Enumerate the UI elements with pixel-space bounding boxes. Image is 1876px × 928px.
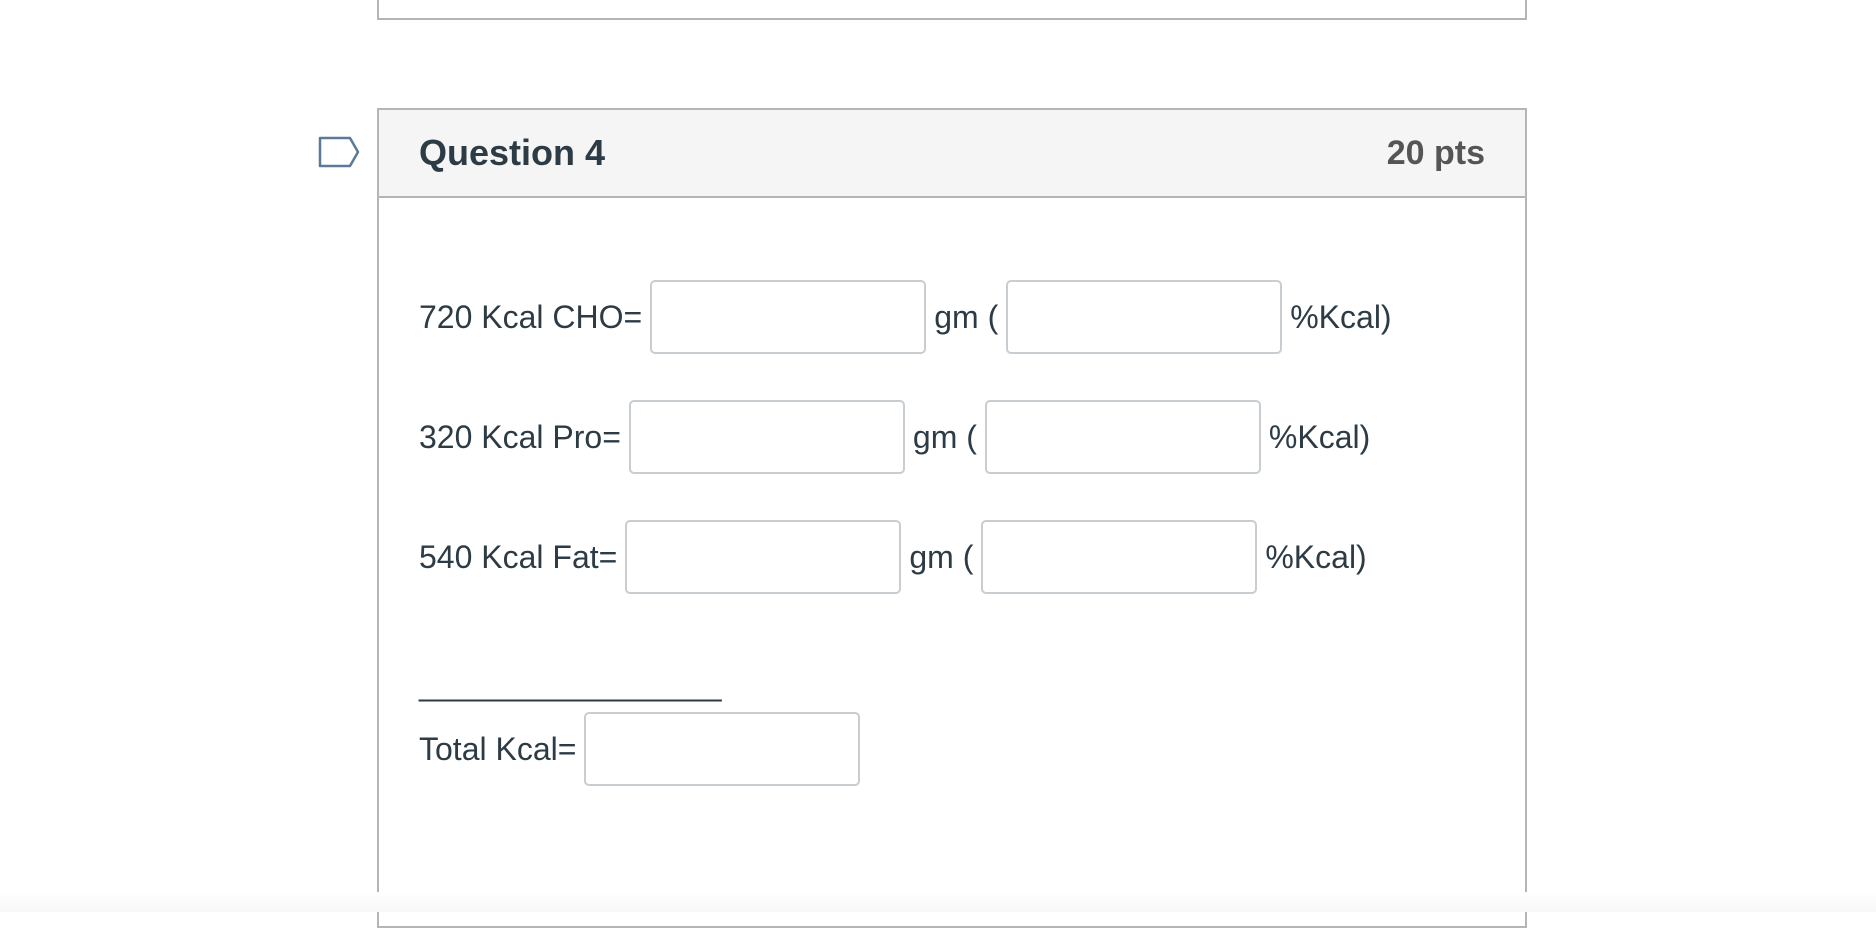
row-unit-gm: gm (: [909, 538, 974, 575]
pro-grams-input[interactable]: [628, 400, 905, 474]
cho-grams-input[interactable]: [650, 280, 927, 354]
row-label: 540 Kcal Fat=: [419, 538, 618, 575]
previous-question-card: [377, 0, 1527, 20]
pro-percent-input[interactable]: [984, 400, 1261, 474]
question-header: Question 4 20 pts: [379, 110, 1525, 198]
cho-percent-input[interactable]: [1006, 280, 1283, 354]
row-unit-percent: %Kcal): [1265, 538, 1367, 575]
total-label: Total Kcal=: [419, 730, 577, 767]
fat-percent-input[interactable]: [981, 520, 1258, 594]
answer-row-cho: 720 Kcal CHO= gm ( %Kcal): [419, 280, 1392, 354]
total-kcal-input[interactable]: [584, 712, 861, 786]
page-bottom-edge: [0, 892, 1876, 912]
separator-line: _________________: [419, 666, 722, 702]
row-unit-gm: gm (: [912, 418, 977, 455]
answer-row-fat: 540 Kcal Fat= gm ( %Kcal): [419, 520, 1367, 594]
question-title: Question 4: [419, 132, 606, 173]
question-points: 20 pts: [1386, 133, 1485, 172]
fat-grams-input[interactable]: [625, 520, 902, 594]
answer-row-pro: 320 Kcal Pro= gm ( %Kcal): [419, 400, 1370, 474]
row-unit-percent: %Kcal): [1290, 298, 1392, 335]
question-card: Question 4 20 pts 720 Kcal CHO= gm ( %Kc…: [377, 108, 1527, 928]
row-label: 320 Kcal Pro=: [419, 418, 621, 455]
flag-question-icon[interactable]: [318, 136, 360, 168]
total-row: Total Kcal=: [419, 712, 868, 786]
row-unit-gm: gm (: [934, 298, 999, 335]
row-unit-percent: %Kcal): [1268, 418, 1371, 455]
row-label: 720 Kcal CHO=: [419, 298, 643, 335]
